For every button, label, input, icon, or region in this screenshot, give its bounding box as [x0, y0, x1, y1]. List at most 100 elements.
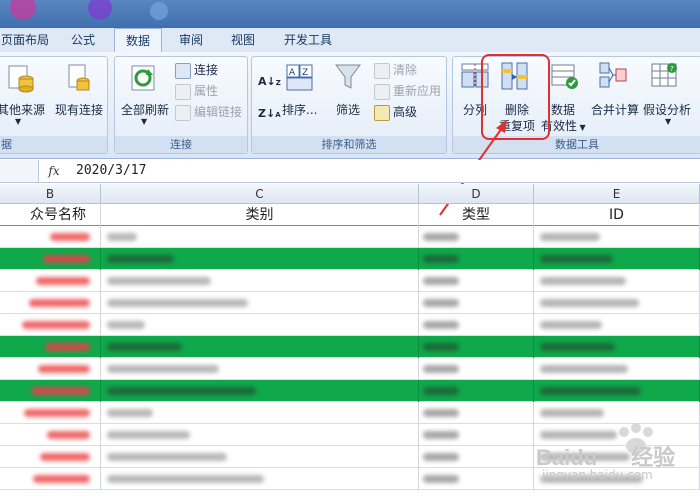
existing-connections-button[interactable]: 现有连接	[55, 101, 109, 118]
table-cell[interactable]	[0, 336, 101, 358]
obscured-text	[423, 255, 459, 263]
consolidate-button[interactable]: 合并计算	[591, 101, 639, 118]
table-cell[interactable]	[534, 248, 700, 270]
header-account-name[interactable]: 众号名称	[0, 204, 101, 226]
refresh-all-button[interactable]: 全部刷新	[121, 101, 175, 118]
table-cell[interactable]	[101, 292, 419, 314]
watermark-brand-part2: 经验	[631, 445, 676, 470]
header-id[interactable]: ID	[534, 204, 700, 226]
table-cell[interactable]	[534, 270, 700, 292]
table-cell[interactable]	[534, 336, 700, 358]
ribbon: 其他来源 ▼ 现有连接 据 全部刷新 ▼ 连接 属性 编辑链接 连接 A↓Z Z…	[0, 52, 700, 159]
table-cell[interactable]	[101, 226, 419, 248]
tab-developer[interactable]: 开发工具	[272, 28, 344, 52]
tab-formulas[interactable]: 公式	[60, 28, 106, 52]
other-sources-button[interactable]: 其他来源	[0, 101, 47, 118]
reapply-button[interactable]: 重新应用	[374, 82, 441, 100]
table-cell[interactable]	[534, 358, 700, 380]
obscured-text	[423, 431, 459, 439]
edit-links-button[interactable]: 编辑链接	[175, 103, 242, 121]
table-row	[0, 336, 700, 358]
table-cell[interactable]	[101, 402, 419, 424]
table-cell[interactable]	[0, 270, 101, 292]
tab-page-layout[interactable]: 页面布局	[0, 28, 50, 52]
table-cell[interactable]	[419, 336, 534, 358]
column-header-b[interactable]: B	[0, 184, 101, 204]
table-cell[interactable]	[0, 380, 101, 402]
sort-descending-button[interactable]: Z↓A	[258, 105, 281, 123]
table-cell[interactable]	[101, 380, 419, 402]
obscured-text	[423, 387, 459, 395]
reapply-label: 重新应用	[393, 84, 442, 98]
table-cell[interactable]	[419, 380, 534, 402]
filter-button[interactable]: 筛选	[336, 101, 360, 118]
table-cell[interactable]	[0, 446, 101, 468]
table-cell[interactable]	[419, 248, 534, 270]
table-cell[interactable]	[0, 248, 101, 270]
column-header-c[interactable]: C	[101, 184, 419, 204]
sort-icon: AZ	[286, 63, 314, 93]
tab-view[interactable]: 视图	[220, 28, 266, 52]
table-cell[interactable]	[0, 226, 101, 248]
obscured-text	[40, 453, 90, 461]
table-cell[interactable]	[0, 358, 101, 380]
column-header-d[interactable]: D	[419, 184, 534, 204]
table-cell[interactable]	[101, 446, 419, 468]
name-box[interactable]	[0, 160, 39, 182]
table-row	[0, 270, 700, 292]
table-cell[interactable]	[419, 468, 534, 490]
table-cell[interactable]	[0, 292, 101, 314]
table-cell[interactable]	[0, 424, 101, 446]
obscured-text	[107, 409, 153, 417]
table-cell[interactable]	[419, 424, 534, 446]
table-cell[interactable]	[101, 270, 419, 292]
table-cell[interactable]	[101, 468, 419, 490]
obscured-text	[36, 277, 90, 285]
table-cell[interactable]	[419, 226, 534, 248]
sort-button[interactable]: 排序...	[282, 101, 317, 118]
chevron-down-icon: ▼	[141, 117, 148, 126]
sort-ascending-button[interactable]: A↓Z	[258, 73, 281, 91]
table-cell[interactable]	[0, 402, 101, 424]
clear-button[interactable]: 清除	[374, 61, 417, 79]
obscured-text	[423, 365, 459, 373]
connections-button[interactable]: 连接	[175, 61, 218, 79]
tab-review[interactable]: 审阅	[168, 28, 214, 52]
obscured-text	[540, 233, 600, 241]
header-type[interactable]: 类型	[419, 204, 534, 226]
table-cell[interactable]	[101, 424, 419, 446]
fx-icon[interactable]: fx	[40, 160, 68, 182]
obscured-text	[38, 365, 90, 373]
table-cell[interactable]	[0, 314, 101, 336]
obscured-text	[107, 321, 145, 329]
what-if-analysis-button[interactable]: 假设分析	[643, 101, 691, 118]
properties-button[interactable]: 属性	[175, 82, 218, 100]
table-cell[interactable]	[534, 314, 700, 336]
advanced-button[interactable]: 高级	[374, 103, 417, 121]
data-validation-button-line1[interactable]: 数据	[551, 101, 575, 118]
table-cell[interactable]	[419, 292, 534, 314]
edit-links-label: 编辑链接	[194, 105, 243, 119]
table-cell[interactable]	[419, 314, 534, 336]
table-cell[interactable]	[101, 248, 419, 270]
table-cell[interactable]	[534, 380, 700, 402]
table-cell[interactable]	[101, 358, 419, 380]
decor-blob	[150, 2, 168, 20]
obscured-text	[107, 233, 137, 241]
header-category[interactable]: 类别	[101, 204, 419, 226]
table-cell[interactable]	[419, 446, 534, 468]
svg-text:?: ?	[670, 65, 674, 73]
table-cell[interactable]	[419, 402, 534, 424]
formula-input[interactable]: 2020/3/17	[76, 160, 146, 182]
tab-data[interactable]: 数据	[114, 28, 162, 53]
table-cell[interactable]	[419, 358, 534, 380]
table-cell[interactable]	[101, 336, 419, 358]
table-cell[interactable]	[534, 226, 700, 248]
table-cell[interactable]	[419, 270, 534, 292]
column-header-e[interactable]: E	[534, 184, 700, 204]
table-cell[interactable]	[0, 468, 101, 490]
table-cell[interactable]	[534, 292, 700, 314]
table-cell[interactable]	[101, 314, 419, 336]
decor-blob	[88, 0, 112, 20]
obscured-text	[50, 233, 90, 241]
